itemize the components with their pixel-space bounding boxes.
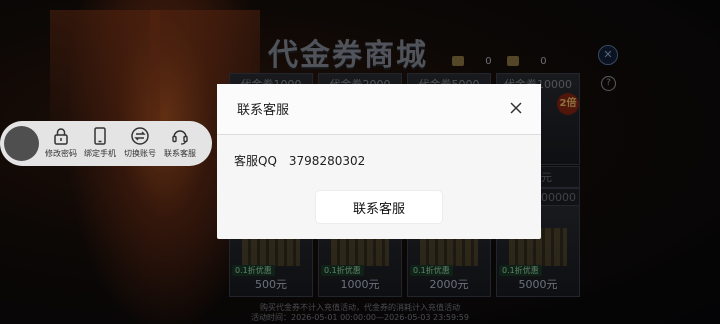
- float-ball-avatar[interactable]: [4, 126, 39, 161]
- contact-support-action-button[interactable]: 联系客服: [316, 191, 442, 223]
- close-icon[interactable]: [507, 99, 525, 117]
- switch-account-button[interactable]: 切换账号: [120, 124, 160, 164]
- toolbar-item-label: 切换账号: [124, 149, 156, 158]
- contact-support-button[interactable]: 联系客服: [160, 124, 200, 164]
- change-password-button[interactable]: 修改密码: [41, 124, 81, 164]
- floating-toolbar: 修改密码 绑定手机 切换账号 联系客服: [0, 121, 212, 166]
- toolbar-item-label: 联系客服: [164, 149, 196, 158]
- dialog-header: 联系客服: [217, 84, 541, 135]
- dialog-title: 联系客服: [237, 103, 290, 118]
- switch-account-icon: [131, 127, 149, 145]
- contact-info: 客服QQ 3798280302: [234, 152, 365, 169]
- bind-phone-button[interactable]: 绑定手机: [80, 124, 120, 164]
- contact-label: 客服QQ: [234, 154, 277, 168]
- toolbar-item-label: 绑定手机: [84, 149, 116, 158]
- lock-icon: [54, 128, 68, 145]
- qq-number: 3798280302: [288, 154, 366, 168]
- contact-support-dialog: 联系客服 客服QQ 3798280302 联系客服: [217, 84, 541, 239]
- phone-icon: [94, 127, 106, 145]
- toolbar-item-label: 修改密码: [45, 149, 77, 158]
- headset-icon: [172, 130, 188, 145]
